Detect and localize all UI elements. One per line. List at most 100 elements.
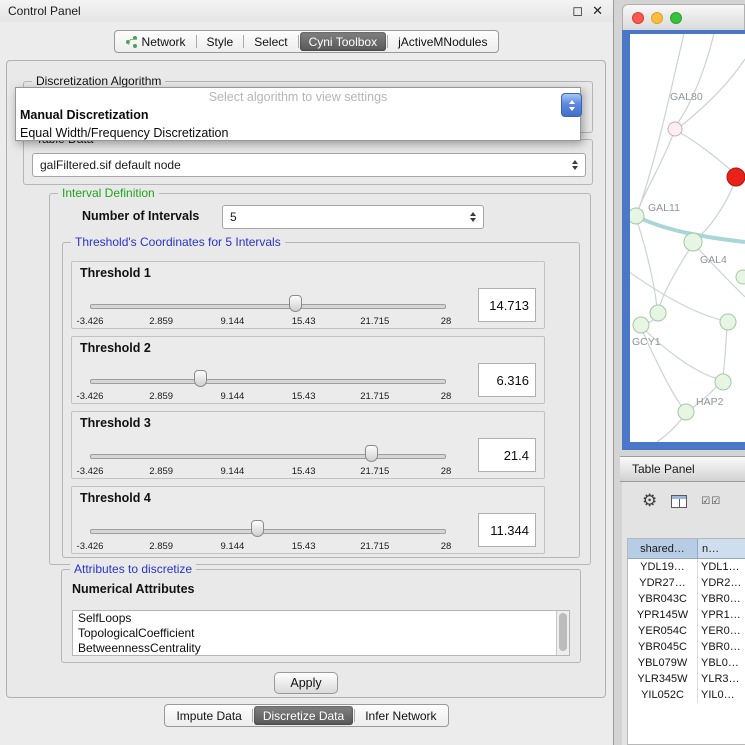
threshold-panel: Threshold 3 -3.4262.8599.14415.4321.71528 (71, 411, 545, 479)
threshold-label: Threshold 1 (80, 266, 151, 280)
tab-label: jActiveMNodules (398, 35, 487, 49)
table-header: shared… n… (628, 539, 745, 559)
close-traffic-light-icon[interactable] (632, 12, 644, 24)
select-columns-checkboxes-icon[interactable]: ☑☑ (701, 496, 721, 507)
column-header-name[interactable]: n… (698, 539, 745, 559)
selected-network-node[interactable] (727, 168, 745, 186)
close-window-icon[interactable]: ✕ (592, 3, 603, 19)
table-row[interactable]: YLR345WYLR3… (628, 671, 745, 687)
tab-cyni-toolbox[interactable]: Cyni Toolbox (300, 32, 386, 51)
tab-impute-data[interactable]: Impute Data (167, 706, 250, 725)
window-title: Control Panel (8, 4, 81, 18)
table-row[interactable]: YER054CYER0… (628, 623, 745, 639)
network-node[interactable] (633, 317, 649, 333)
slider-tick-label: 21.715 (360, 541, 389, 552)
tab-style[interactable]: Style (198, 32, 243, 51)
threshold-value-input[interactable] (478, 513, 536, 547)
network-edge[interactable] (676, 130, 735, 174)
table-row[interactable]: YBR043CYBR0… (628, 591, 745, 607)
table-cell-shared-name: YER054C (628, 623, 698, 639)
table-data-group: Table Data galFiltered.sif default node (23, 139, 593, 185)
threshold-value-input[interactable] (478, 363, 536, 397)
threshold-panel: Threshold 4-3.4262.8599.14415.4321.71528 (71, 486, 545, 554)
scrollbar-thumb[interactable] (559, 613, 567, 651)
attribute-list-item[interactable]: BetweennessCentrality (73, 641, 569, 656)
slider-tick-label: 15.43 (292, 391, 316, 402)
slider-thumb[interactable] (251, 520, 264, 537)
network-graph: GAL80 GAL11 GAL4 GCY1 HAP2 (630, 34, 745, 442)
table-row[interactable]: YIL052CYIL0… (628, 687, 745, 703)
slider-thumb[interactable] (194, 370, 207, 387)
network-edge[interactable] (659, 247, 691, 308)
network-node[interactable] (684, 233, 702, 251)
network-node[interactable] (650, 305, 666, 321)
slider-thumb[interactable] (365, 445, 378, 462)
threshold-value-input[interactable] (478, 288, 536, 322)
table-row[interactable]: YBR045CYBR0… (628, 639, 745, 655)
network-node[interactable] (715, 374, 731, 390)
network-edge[interactable] (657, 416, 684, 442)
network-node[interactable] (736, 270, 745, 284)
network-window-titlebar[interactable] (622, 4, 745, 30)
network-edge[interactable] (638, 132, 674, 210)
algorithm-option[interactable]: Equal Width/Frequency Discretization (16, 124, 580, 142)
threshold-slider[interactable]: -3.4262.8599.14415.4321.71528 (84, 438, 456, 478)
slider-tick-label: 28 (441, 466, 452, 477)
tab-discretize-data[interactable]: Discretize Data (254, 706, 353, 725)
tab-separator (354, 709, 355, 722)
network-canvas[interactable]: GAL80 GAL11 GAL4 GCY1 HAP2 (630, 34, 745, 442)
table-row[interactable]: YDR27…YDR2… (628, 575, 745, 591)
table-cell-shared-name: YLR345W (628, 671, 698, 687)
table-row[interactable]: YDL19…YDL1… (628, 559, 745, 575)
threshold-slider[interactable]: -3.4262.8599.14415.4321.71528 (84, 513, 456, 553)
network-node[interactable] (630, 208, 644, 224)
table-panel-titlebar[interactable]: Table Panel (620, 456, 745, 482)
network-edge[interactable] (630, 271, 725, 321)
algorithm-option[interactable]: Manual Discretization (16, 106, 580, 124)
network-edge[interactable] (696, 181, 735, 239)
attributes-scrollbar[interactable] (556, 611, 569, 655)
spinner-arrows-icon (572, 160, 578, 170)
table-row[interactable]: YBL079WYBL0… (628, 655, 745, 671)
attribute-list-item[interactable]: TopologicalCoefficient (73, 626, 569, 641)
apply-button[interactable]: Apply (274, 672, 338, 694)
network-window-frame: GAL80 GAL11 GAL4 GCY1 HAP2 (622, 30, 745, 450)
threshold-slider[interactable]: -3.4262.8599.14415.4321.71528 (84, 363, 456, 403)
tab-jactivemnodules[interactable]: jActiveMNodules (389, 32, 496, 51)
control-panel-titlebar[interactable]: Control Panel ◻ ✕ (0, 0, 613, 22)
table-cell-shared-name: YIL052C (628, 687, 698, 703)
threshold-value-input[interactable] (478, 438, 536, 472)
network-node[interactable] (720, 314, 736, 330)
attribute-list-item[interactable]: SelfLoops (73, 611, 569, 626)
network-edge[interactable] (637, 221, 657, 307)
attributes-list[interactable]: SelfLoopsTopologicalCoefficientBetweenne… (72, 610, 570, 656)
table-rows: YDL19…YDL1…YDR27…YDR2…YBR043CYBR0…YPR145… (628, 559, 745, 703)
float-window-icon[interactable]: ◻ (572, 3, 583, 19)
network-node[interactable] (668, 122, 682, 136)
slider-thumb[interactable] (289, 295, 302, 312)
tab-network[interactable]: Network (117, 32, 195, 51)
algorithm-placeholder-item[interactable]: Select algorithm to view settings (16, 88, 580, 106)
gear-icon[interactable]: ⚙ (642, 491, 657, 511)
network-edge[interactable] (677, 34, 715, 124)
network-edge[interactable] (723, 326, 727, 375)
table-data-select[interactable]: galFiltered.sif default node (32, 153, 586, 177)
threshold-label: Threshold 3 (80, 416, 151, 430)
column-header-shared-name[interactable]: shared… (628, 539, 698, 559)
tab-infer-network[interactable]: Infer Network (356, 706, 445, 725)
threshold-panel: Threshold 1 -3.4262.8599.14415.4321.71528 (71, 261, 545, 329)
tab-select[interactable]: Select (245, 32, 296, 51)
table-row[interactable]: YPR145WYPR1… (628, 607, 745, 623)
columns-icon[interactable] (671, 495, 687, 508)
table-cell-name: YBL0… (698, 655, 745, 671)
network-node[interactable] (678, 404, 694, 420)
node-table: shared… n… YDL19…YDL1…YDR27…YDR2…YBR043C… (627, 538, 745, 745)
tab-label: Cyni Toolbox (309, 35, 377, 49)
minimize-traffic-light-icon[interactable] (651, 12, 663, 24)
slider-tick-label: 28 (441, 391, 452, 402)
threshold-slider[interactable]: -3.4262.8599.14415.4321.71528 (84, 288, 456, 328)
network-node-label: GCY1 (632, 336, 661, 348)
algorithm-combo-arrows-button[interactable] (561, 93, 582, 117)
num-intervals-select[interactable]: 5 (222, 205, 484, 229)
zoom-traffic-light-icon[interactable] (670, 12, 682, 24)
